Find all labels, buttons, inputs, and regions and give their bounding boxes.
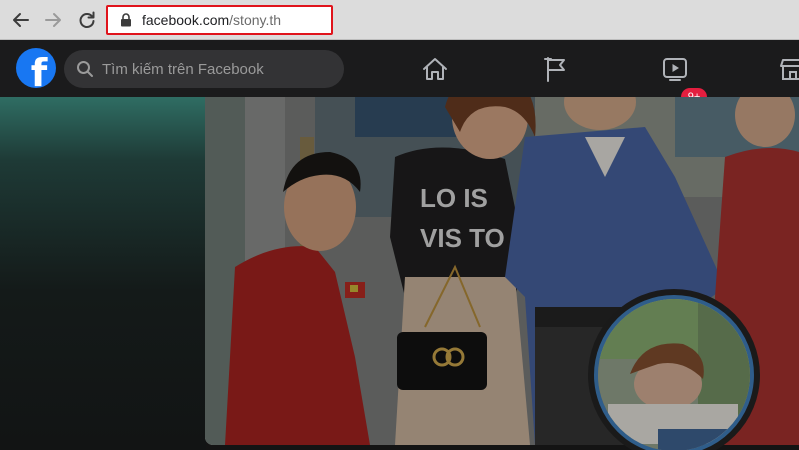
home-icon[interactable] [420,55,450,83]
url-host: facebook.com [142,12,230,28]
url-path: /stony.th [229,12,282,28]
lock-icon [121,13,131,27]
page-background [0,97,206,450]
facebook-logo-letter: f [30,51,48,88]
address-bar[interactable]: facebook.com/stony.th [106,5,333,35]
search-icon [77,61,93,77]
reload-icon[interactable] [75,8,99,32]
profile-picture-image [594,295,754,450]
watch-icon[interactable] [660,55,690,83]
search-placeholder: Tìm kiếm trên Facebook [102,60,264,78]
back-arrow-icon[interactable] [9,8,33,32]
browser-toolbar: facebook.com/stony.th [0,0,799,40]
facebook-header: f Tìm kiếm trên Facebook [0,40,799,106]
profile-picture[interactable] [588,289,760,450]
forward-arrow-icon[interactable] [41,8,65,32]
marketplace-icon[interactable] [778,55,799,83]
facebook-logo[interactable]: f [16,48,56,88]
search-input[interactable]: Tìm kiếm trên Facebook [64,50,344,88]
flag-icon[interactable] [541,55,571,83]
profile-header: LO IS VIS TO [0,97,799,450]
